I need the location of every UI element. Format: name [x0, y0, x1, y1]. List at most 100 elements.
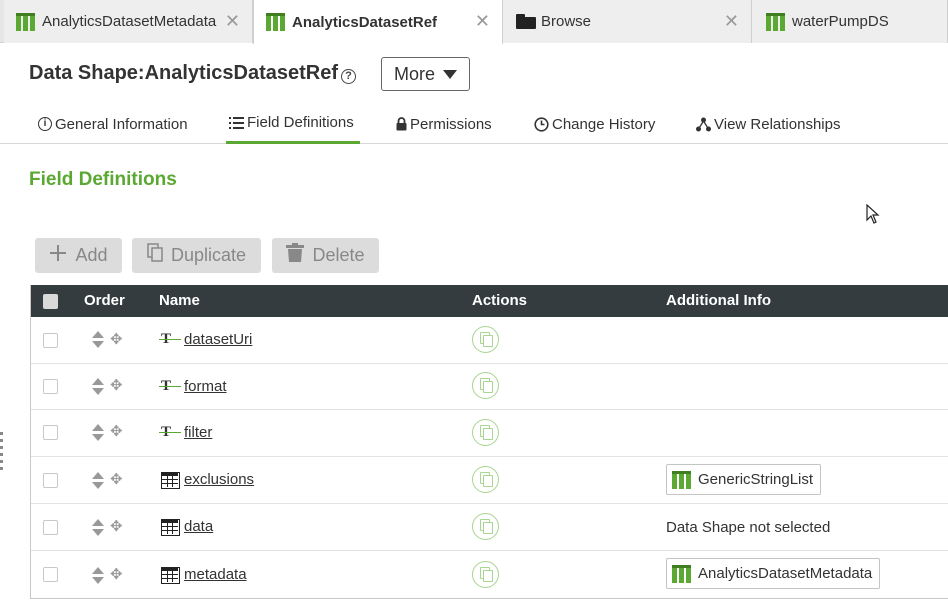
editor-tab-bar: AnalyticsDatasetMetadata ✕ AnalyticsData… [0, 0, 948, 44]
relationships-icon [696, 117, 711, 132]
more-label: More [393, 63, 435, 84]
tab-field-definitions[interactable]: Field Definitions [226, 104, 360, 144]
close-icon[interactable]: ✕ [225, 12, 240, 30]
row-checkbox[interactable] [43, 333, 58, 348]
panel-resize-handle[interactable] [0, 432, 4, 482]
trash-icon [286, 243, 305, 268]
duplicate-field-icon[interactable] [472, 372, 499, 399]
datashape-icon [266, 13, 286, 31]
field-definitions-table: Order Name Actions Additional Info ✥ T d… [30, 285, 948, 599]
field-name-link[interactable]: datasetUri [184, 331, 252, 348]
subtab-label: View Relationships [714, 115, 841, 133]
info-icon: i [38, 117, 52, 131]
move-handle-icon[interactable]: ✥ [110, 519, 123, 534]
row-checkbox[interactable] [43, 473, 58, 488]
more-button[interactable]: More [381, 57, 470, 91]
table-row[interactable]: ✥ T format [31, 364, 948, 410]
datashape-chip-label: GenericStringList [698, 471, 814, 488]
field-name-link[interactable]: data [184, 518, 213, 535]
move-handle-icon[interactable]: ✥ [110, 378, 123, 393]
field-name-link[interactable]: filter [184, 424, 212, 441]
datashape-icon [766, 12, 786, 31]
duplicate-button[interactable]: Duplicate [132, 238, 261, 273]
subtab-label: Field Definitions [247, 114, 354, 131]
field-name-link[interactable]: exclusions [184, 471, 254, 488]
tab-label: AnalyticsDatasetRef [292, 13, 438, 31]
folder-icon [516, 14, 536, 29]
section-title: Field Definitions [29, 169, 177, 190]
delete-label: Delete [312, 245, 365, 265]
plus-icon [49, 244, 67, 268]
list-icon [229, 116, 244, 130]
move-handle-icon[interactable]: ✥ [110, 424, 123, 439]
string-type-icon: T [158, 331, 182, 347]
tab-label: AnalyticsDatasetMetadata [42, 13, 217, 30]
reorder-arrows-icon[interactable] [92, 331, 104, 349]
row-checkbox[interactable] [43, 425, 58, 440]
infotable-type-icon [161, 567, 180, 584]
string-type-icon: T [158, 424, 182, 440]
tab-analytics-dataset-metadata[interactable]: AnalyticsDatasetMetadata ✕ [4, 0, 253, 43]
move-handle-icon[interactable]: ✥ [110, 472, 123, 487]
table-row[interactable]: ✥ data Data Shape not selected [31, 504, 948, 551]
column-header-name[interactable]: Name [159, 292, 200, 309]
caret-down-icon [443, 69, 457, 79]
tab-general-information[interactable]: i General Information [38, 104, 188, 144]
reorder-arrows-icon[interactable] [92, 519, 104, 537]
string-type-icon: T [158, 378, 182, 394]
close-icon[interactable]: ✕ [724, 12, 739, 30]
datashape-icon [672, 470, 692, 489]
tab-browse[interactable]: Browse ✕ [503, 0, 752, 43]
datashape-chip[interactable]: AnalyticsDatasetMetadata [666, 558, 881, 589]
column-header-additional-info: Additional Info [666, 292, 771, 309]
reorder-arrows-icon[interactable] [92, 378, 104, 396]
duplicate-field-icon[interactable] [472, 513, 499, 540]
table-row[interactable]: ✥ metadata AnalyticsDatasetMetadata [31, 551, 948, 598]
datashape-chip-label: AnalyticsDatasetMetadata [698, 565, 873, 582]
reorder-arrows-icon[interactable] [92, 424, 104, 442]
tab-analytics-dataset-ref[interactable]: AnalyticsDatasetRef ✕ [253, 0, 503, 44]
page-title: Data Shape:AnalyticsDatasetRef [29, 62, 338, 84]
additional-info-text: Data Shape not selected [666, 519, 831, 536]
datashape-icon [672, 564, 692, 583]
tab-change-history[interactable]: Change History [534, 104, 655, 144]
reorder-arrows-icon[interactable] [92, 567, 104, 585]
duplicate-field-icon[interactable] [472, 561, 499, 588]
duplicate-field-icon[interactable] [472, 326, 499, 353]
lock-icon [396, 117, 407, 131]
tab-view-relationships[interactable]: View Relationships [696, 104, 840, 144]
datashape-icon [16, 12, 36, 31]
infotable-type-icon [161, 519, 180, 536]
tab-water-pump-ds[interactable]: waterPumpDS [752, 0, 948, 43]
column-header-actions: Actions [472, 292, 528, 309]
table-header: Order Name Actions Additional Info [31, 285, 948, 317]
select-all-checkbox[interactable] [43, 294, 58, 309]
move-handle-icon[interactable]: ✥ [110, 567, 123, 582]
help-icon[interactable]: ? [341, 69, 356, 84]
delete-button[interactable]: Delete [272, 238, 379, 273]
add-button[interactable]: Add [35, 238, 122, 273]
table-row[interactable]: ✥ T filter [31, 410, 948, 457]
duplicate-field-icon[interactable] [472, 466, 499, 493]
row-checkbox[interactable] [43, 567, 58, 582]
mouse-cursor-icon [866, 203, 880, 229]
field-name-link[interactable]: format [184, 378, 227, 395]
duplicate-icon [147, 243, 163, 268]
tab-label: waterPumpDS [792, 13, 889, 30]
column-header-order[interactable]: Order [84, 292, 125, 309]
row-checkbox[interactable] [43, 520, 58, 535]
clock-icon [534, 116, 549, 132]
table-row[interactable]: ✥ exclusions GenericStringList [31, 457, 948, 504]
datashape-chip[interactable]: GenericStringList [666, 464, 822, 495]
entity-subtabs: i General Information Field Definitions … [0, 104, 948, 144]
duplicate-field-icon[interactable] [472, 419, 499, 446]
move-handle-icon[interactable]: ✥ [110, 332, 123, 347]
table-row[interactable]: ✥ T datasetUri [31, 317, 948, 364]
subtab-label: Change History [552, 115, 656, 133]
reorder-arrows-icon[interactable] [92, 472, 104, 490]
row-checkbox[interactable] [43, 379, 58, 394]
subtab-label: Permissions [410, 115, 492, 133]
tab-permissions[interactable]: Permissions [396, 104, 492, 144]
field-name-link[interactable]: metadata [184, 566, 247, 583]
close-icon[interactable]: ✕ [475, 12, 490, 30]
